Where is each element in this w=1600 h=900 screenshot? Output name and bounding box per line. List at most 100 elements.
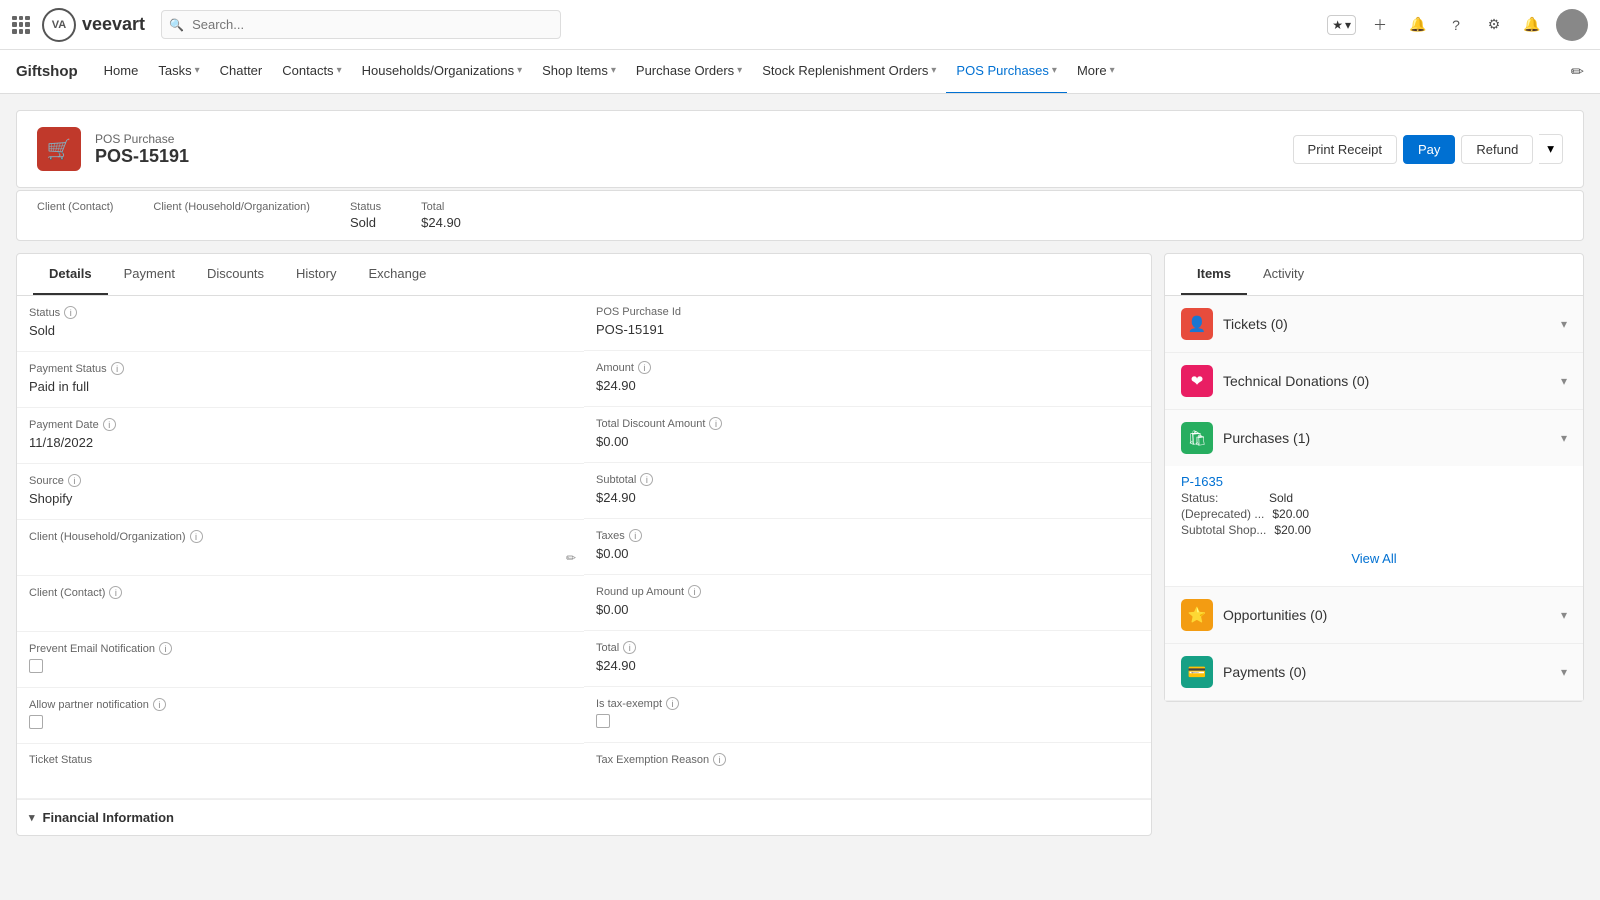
dropdown-icon[interactable]: ▾	[1561, 608, 1567, 622]
related-panel: Items Activity 👤 Tickets (0) ▾	[1164, 253, 1584, 702]
print-receipt-button[interactable]: Print Receipt	[1293, 135, 1397, 164]
field-value	[596, 770, 1139, 788]
financial-section[interactable]: ▾ Financial Information	[17, 799, 1151, 835]
related-donations-header[interactable]: ❤ Technical Donations (0) ▾	[1165, 353, 1583, 409]
info-icon[interactable]: i	[111, 362, 124, 375]
field-value	[29, 603, 572, 621]
nav-item-purchase-orders[interactable]: Purchase Orders▾	[626, 50, 752, 94]
info-icon[interactable]: i	[666, 697, 679, 710]
nav-item-home[interactable]: Home	[94, 50, 149, 94]
dropdown-icon[interactable]: ▾	[1561, 665, 1567, 679]
field-value	[29, 547, 572, 565]
pay-button[interactable]: Pay	[1403, 135, 1455, 164]
info-icon[interactable]: i	[709, 417, 722, 430]
edit-icon[interactable]: ✏	[566, 551, 576, 565]
summary-client-contact: Client (Contact)	[37, 201, 113, 230]
info-icon[interactable]: i	[688, 585, 701, 598]
add-button[interactable]: ＋	[1366, 11, 1394, 39]
tab-history[interactable]: History	[280, 254, 352, 295]
related-opportunities-header[interactable]: ⭐ Opportunities (0) ▾	[1165, 587, 1583, 643]
nav-item-contacts[interactable]: Contacts▾	[272, 50, 351, 94]
field-tax-exempt: Is tax-exempt i ✏	[584, 687, 1151, 743]
edit-nav-icon[interactable]: ✏	[1571, 62, 1584, 82]
form-grid: Status i Sold ✏ Payment Status i Paid	[17, 296, 1151, 799]
field-label: POS Purchase Id	[596, 306, 1139, 318]
detail-label: (Deprecated) ...	[1181, 507, 1264, 521]
purchases-icon: 🛍	[1181, 422, 1213, 454]
allow-partner-checkbox[interactable]	[29, 715, 43, 729]
nav-bar: Giftshop Home Tasks▾ Chatter Contacts▾ H…	[0, 50, 1600, 94]
tab-discounts[interactable]: Discounts	[191, 254, 280, 295]
related-detail-row: (Deprecated) ... $20.00	[1181, 507, 1567, 521]
info-icon[interactable]: i	[713, 753, 726, 766]
field-total-discount: Total Discount Amount i $0.00 ✏	[584, 407, 1151, 463]
right-tab-items[interactable]: Items	[1181, 254, 1247, 295]
section-label: Financial Information	[43, 810, 174, 825]
info-icon[interactable]: i	[629, 529, 642, 542]
nav-item-chatter[interactable]: Chatter	[210, 50, 273, 94]
related-title: Tickets (0)	[1223, 316, 1288, 332]
nav-item-more[interactable]: More▾	[1067, 50, 1125, 94]
field-label: Status i	[29, 306, 572, 319]
dropdown-icon[interactable]: ▾	[1561, 374, 1567, 388]
info-icon[interactable]: i	[623, 641, 636, 654]
notification-bell-icon[interactable]: 🔔	[1404, 11, 1432, 39]
summary-label: Total	[421, 201, 461, 213]
search-bar[interactable]: 🔍	[161, 10, 561, 39]
summary-bar: Client (Contact) Client (Household/Organ…	[16, 190, 1584, 241]
info-icon[interactable]: i	[638, 361, 651, 374]
purchase-link[interactable]: P-1635	[1181, 474, 1223, 489]
settings-icon[interactable]: ⚙	[1480, 11, 1508, 39]
nav-item-tasks[interactable]: Tasks▾	[148, 50, 209, 94]
nav-item-pos-purchases[interactable]: POS Purchases▾	[946, 50, 1067, 94]
related-detail-row: Subtotal Shop... $20.00	[1181, 523, 1567, 537]
tab-payment[interactable]: Payment	[108, 254, 191, 295]
grid-menu-icon[interactable]	[12, 16, 30, 34]
right-tabs: Items Activity	[1165, 254, 1583, 296]
dropdown-icon[interactable]: ▾	[1561, 317, 1567, 331]
info-icon[interactable]: i	[109, 586, 122, 599]
info-icon[interactable]: i	[64, 306, 77, 319]
logo-name: veevart	[82, 14, 145, 35]
nav-item-households[interactable]: Households/Organizations▾	[352, 50, 533, 94]
prevent-email-checkbox[interactable]	[29, 659, 43, 673]
detail-label: Subtotal Shop...	[1181, 523, 1266, 537]
actions-dropdown-button[interactable]: ▾	[1539, 134, 1563, 164]
tax-exempt-checkbox[interactable]	[596, 714, 610, 728]
related-payments-header[interactable]: 💳 Payments (0) ▾	[1165, 644, 1583, 700]
search-input[interactable]	[161, 10, 561, 39]
chevron-icon: ▾	[517, 65, 522, 76]
nav-app-name: Giftshop	[16, 63, 78, 80]
field-label: Allow partner notification i	[29, 698, 572, 711]
related-header-left: 🛍 Purchases (1)	[1181, 422, 1310, 454]
related-purchases-header[interactable]: 🛍 Purchases (1) ▾	[1165, 410, 1583, 466]
favorites-button[interactable]: ★ ▾	[1327, 15, 1356, 35]
info-icon[interactable]: i	[640, 473, 653, 486]
refund-button[interactable]: Refund	[1461, 135, 1533, 164]
alerts-icon[interactable]: 🔔	[1518, 11, 1546, 39]
field-label: Taxes i	[596, 529, 1139, 542]
related-tickets-header[interactable]: 👤 Tickets (0) ▾	[1165, 296, 1583, 352]
page-content: 🛒 POS Purchase POS-15191 Print Receipt P…	[0, 94, 1600, 852]
info-icon[interactable]: i	[68, 474, 81, 487]
right-tab-activity[interactable]: Activity	[1247, 254, 1320, 295]
info-icon[interactable]: i	[159, 642, 172, 655]
detail-tabs: Details Payment Discounts History Exchan…	[17, 254, 1151, 296]
help-icon[interactable]: ?	[1442, 11, 1470, 39]
tab-exchange[interactable]: Exchange	[352, 254, 442, 295]
nav-item-stock-replenishment[interactable]: Stock Replenishment Orders▾	[752, 50, 946, 94]
detail-value: $20.00	[1274, 523, 1311, 537]
chevron-icon: ▾	[337, 65, 342, 76]
tab-details[interactable]: Details	[33, 254, 108, 295]
info-icon[interactable]: i	[153, 698, 166, 711]
detail-value: $20.00	[1272, 507, 1309, 521]
field-value	[596, 714, 1139, 732]
nav-item-shop-items[interactable]: Shop Items▾	[532, 50, 626, 94]
view-all-link[interactable]: View All	[1351, 551, 1396, 566]
tickets-icon: 👤	[1181, 308, 1213, 340]
info-icon[interactable]: i	[103, 418, 116, 431]
user-avatar[interactable]	[1556, 9, 1588, 41]
field-value: $0.00	[596, 434, 1139, 452]
dropdown-icon[interactable]: ▾	[1561, 431, 1567, 445]
info-icon[interactable]: i	[190, 530, 203, 543]
